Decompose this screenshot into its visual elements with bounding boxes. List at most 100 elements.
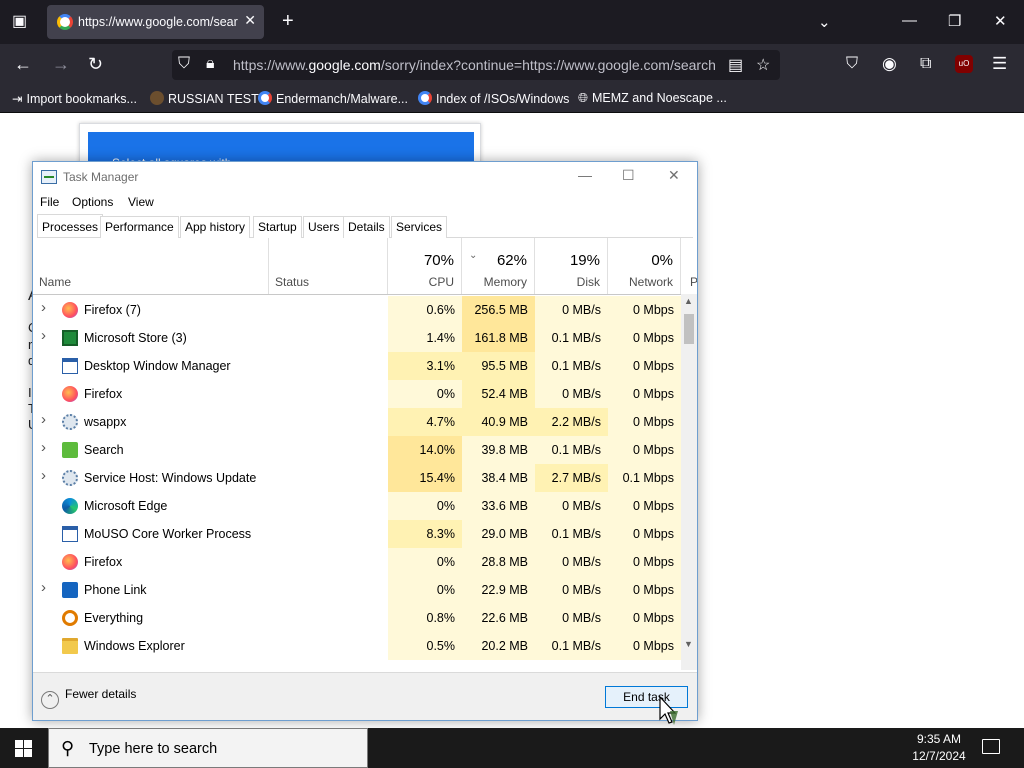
table-row[interactable]: › Phone Link 0% 22.9 MB 0 MB/s 0 Mbps (33, 576, 681, 604)
phone-link-icon (62, 582, 78, 598)
column-header-cpu[interactable]: 70% CPU (388, 238, 462, 294)
vertical-scroll-thumb[interactable] (684, 314, 694, 344)
tab-services[interactable]: Services (391, 216, 448, 238)
close-icon[interactable]: ✕ (668, 167, 680, 184)
bookmark-endermanch[interactable]: Endermanch/Malware... (258, 91, 408, 106)
lock-icon[interactable]: 🔒︎ (206, 55, 215, 73)
column-header-name[interactable]: Name (33, 238, 269, 294)
new-tab-icon[interactable]: + (282, 11, 294, 31)
pocket-icon[interactable]: ⛉ (846, 53, 858, 75)
notification-center-icon[interactable] (982, 739, 1000, 754)
column-header-network[interactable]: 0% Network (608, 238, 681, 294)
process-name: Windows Explorer (84, 639, 185, 653)
vertical-scrollbar[interactable]: ▲ ▼ (681, 294, 697, 670)
tab-list-icon[interactable]: ▣ (12, 14, 27, 30)
fewer-details-button[interactable]: ⌃ Fewer details (41, 687, 136, 709)
browser-nav-bar: ← → ↻ ⛉ 🔒︎ https://www.google.com/sorry/… (0, 44, 1024, 86)
disk-cell: 0 MB/s (535, 492, 608, 520)
back-icon[interactable]: ← (14, 53, 32, 75)
cpu-cell: 0.6% (388, 296, 462, 324)
close-window-icon[interactable]: ✕ (994, 12, 1007, 30)
forward-icon[interactable]: → (52, 53, 70, 75)
table-row[interactable]: Firefox 0% 28.8 MB 0 MB/s 0 Mbps (33, 548, 681, 576)
menu-hamburger-icon[interactable]: ☰ (992, 53, 1007, 75)
table-row[interactable]: › Search 14.0% 39.8 MB 0.1 MB/s 0 Mbps (33, 436, 681, 464)
minimize-icon[interactable]: — (902, 12, 917, 29)
column-label: Disk (576, 275, 600, 289)
bookmark-import[interactable]: ⇥ Import bookmarks... (12, 91, 137, 106)
menu-file[interactable]: File (40, 195, 59, 209)
process-name: Service Host: Windows Update (84, 471, 257, 485)
tab-performance[interactable]: Performance (100, 216, 179, 238)
column-header-memory[interactable]: ⌄ 62% Memory (462, 238, 535, 294)
column-header-power[interactable]: P (681, 238, 697, 294)
scroll-up-icon[interactable]: ▲ (684, 296, 693, 306)
task-manager-title-bar[interactable]: Task Manager — ☐ ✕ (33, 162, 697, 192)
ublock-origin-icon[interactable]: uO (955, 55, 973, 73)
reload-icon[interactable]: ↻ (88, 53, 103, 75)
reader-view-icon[interactable]: ▤ (728, 55, 743, 75)
scroll-down-icon[interactable]: ▼ (684, 639, 693, 649)
import-icon: ⇥ (12, 92, 23, 106)
table-row[interactable]: Firefox 0% 52.4 MB 0 MB/s 0 Mbps (33, 380, 681, 408)
menu-view[interactable]: View (128, 195, 154, 209)
windows-start-icon[interactable] (15, 740, 32, 757)
table-row[interactable]: Everything 0.8% 22.6 MB 0 MB/s 0 Mbps (33, 604, 681, 632)
column-header-status[interactable]: Status (269, 238, 388, 294)
tracking-shield-icon[interactable]: ⛉ (178, 55, 190, 73)
tab-strip: Processes Performance App history Startu… (37, 214, 693, 238)
bookmark-index-isos[interactable]: Index of /ISOs/Windows (418, 91, 569, 106)
browser-tab[interactable]: https://www.google.com/searc ✕ (47, 5, 264, 39)
tab-details[interactable]: Details (343, 216, 390, 238)
window-icon (62, 526, 78, 542)
net-cell: 0 Mbps (608, 632, 681, 660)
expand-chevron-icon[interactable]: › (41, 411, 46, 428)
net-cell: 0 Mbps (608, 436, 681, 464)
expand-chevron-icon[interactable]: › (41, 467, 46, 484)
table-row[interactable]: Windows Explorer 0.5% 20.2 MB 0.1 MB/s 0 Mbp… (33, 632, 681, 660)
firefox-icon (62, 554, 78, 570)
table-row[interactable]: MoUSO Core Worker Process 8.3% 29.0 MB 0.1 … (33, 520, 681, 548)
mem-cell: 40.9 MB (462, 408, 535, 436)
table-row[interactable]: › Service Host: Windows Update 15.4% 38.4 M… (33, 464, 681, 492)
cpu-cell: 15.4% (388, 464, 462, 492)
table-row[interactable]: Microsoft Edge 0% 33.6 MB 0 MB/s 0 Mbps (33, 492, 681, 520)
table-row[interactable]: › Firefox (7) 0.6% 256.5 MB 0 MB/s 0 Mbps (33, 296, 681, 324)
restore-icon[interactable]: ❐ (948, 12, 961, 30)
tab-startup[interactable]: Startup (253, 216, 302, 238)
bookmark-label: Endermanch/Malware... (276, 92, 409, 106)
minimize-icon[interactable]: — (578, 167, 592, 183)
cpu-cell: 14.0% (388, 436, 462, 464)
bookmark-memz[interactable]: 🌐︎ MEMZ and Noescape ... (578, 91, 727, 106)
net-cell: 0 Mbps (608, 492, 681, 520)
tab-app-history[interactable]: App history (180, 216, 251, 238)
tab-processes[interactable]: Processes (37, 214, 104, 237)
expand-chevron-icon[interactable]: › (41, 579, 46, 596)
list-all-tabs-icon[interactable]: ⌄ (818, 13, 831, 31)
expand-chevron-icon[interactable]: › (41, 299, 46, 316)
extensions-icon[interactable]: ⧉ (920, 53, 931, 75)
process-name: Phone Link (84, 583, 147, 597)
bookmark-star-icon[interactable]: ☆ (756, 55, 770, 75)
net-cell: 0 Mbps (608, 408, 681, 436)
maximize-icon[interactable]: ☐ (622, 167, 635, 184)
table-row[interactable]: › Microsoft Store (3) 1.4% 161.8 MB 0.1 MB/s… (33, 324, 681, 352)
url-text[interactable]: https://www.google.com/sorry/index?conti… (233, 57, 717, 73)
menu-options[interactable]: Options (72, 195, 113, 209)
column-label: Status (275, 275, 310, 289)
taskbar-search-box[interactable]: ⚲ Type here to search (48, 728, 368, 768)
table-row[interactable]: Desktop Window Manager 3.1% 95.5 MB 0.1 MB/… (33, 352, 681, 380)
globe-icon: 🌐︎ (578, 91, 589, 105)
url-bar[interactable]: ⛉ 🔒︎ https://www.google.com/sorry/index?… (172, 50, 780, 80)
table-row[interactable]: › wsappx 4.7% 40.9 MB 2.2 MB/s 0 Mbps (33, 408, 681, 436)
system-clock[interactable]: 9:35 AM 12/7/2024 (906, 731, 972, 765)
tab-users[interactable]: Users (303, 216, 345, 238)
bookmark-russian-test[interactable]: RUSSIAN TEST (150, 91, 259, 106)
firefox-icon (62, 386, 78, 402)
column-header-disk[interactable]: 19% Disk (535, 238, 608, 294)
fewer-details-label: Fewer details (65, 687, 137, 701)
expand-chevron-icon[interactable]: › (41, 327, 46, 344)
close-tab-icon[interactable]: ✕ (244, 12, 256, 29)
account-icon[interactable]: ◉ (882, 53, 897, 75)
expand-chevron-icon[interactable]: › (41, 439, 46, 456)
